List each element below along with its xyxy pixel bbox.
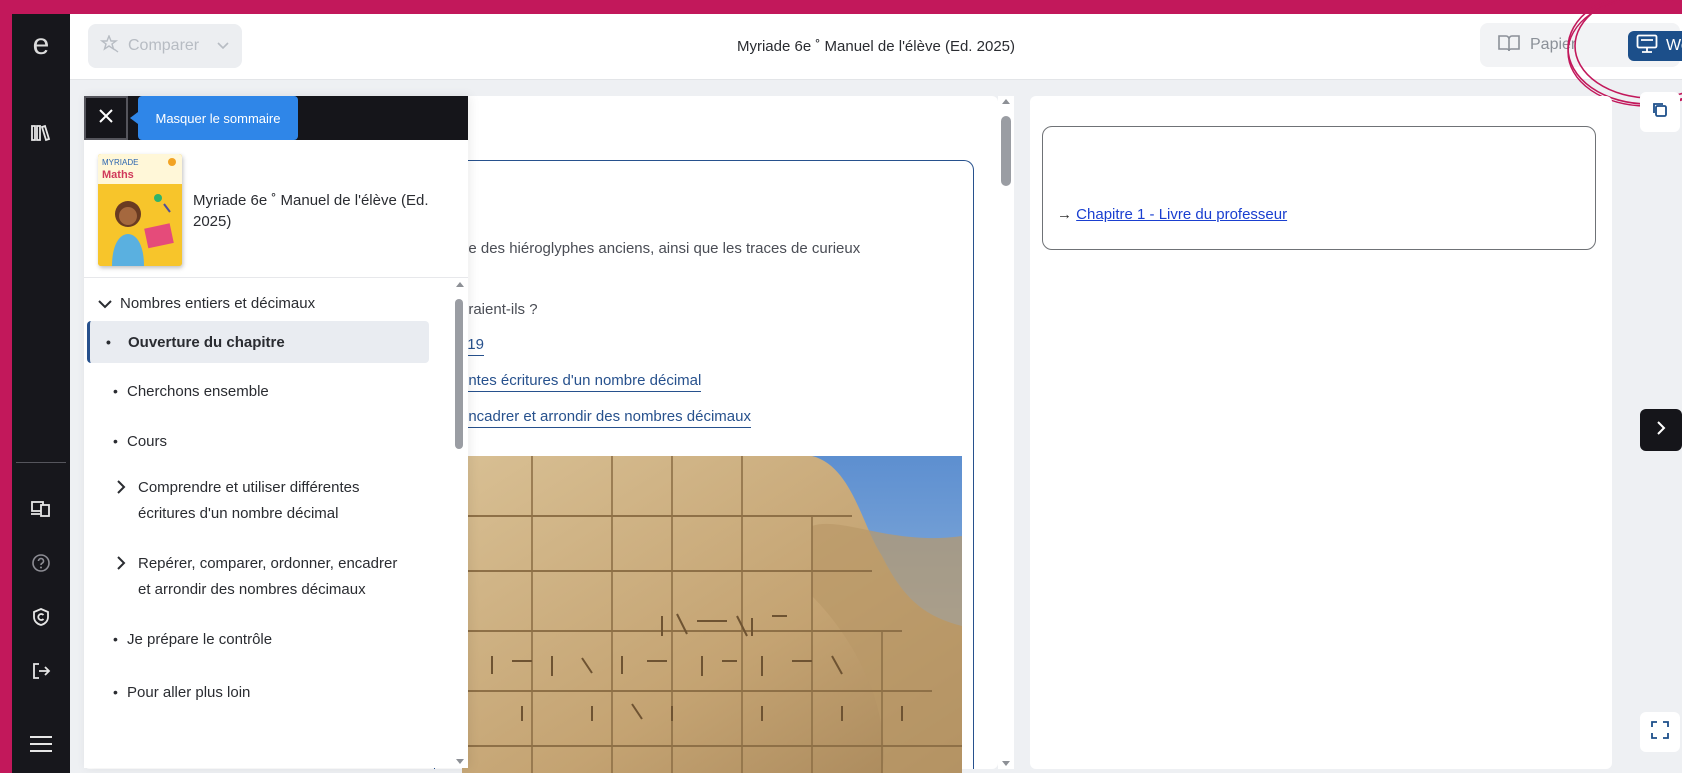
link-ecritures-decimales[interactable]: entes écritures d'un nombre décimal bbox=[460, 372, 702, 392]
chevron-down-icon bbox=[98, 295, 120, 314]
content-scrollbar[interactable] bbox=[998, 96, 1014, 769]
hide-toc-tooltip: Masquer le sommaire bbox=[130, 96, 298, 140]
teacher-book-entry: → Chapitre 1 - Livre du professeur bbox=[1057, 206, 1287, 223]
toc-item-label-block: Comprendre et utiliser différentes écrit… bbox=[138, 475, 360, 527]
book-info: MYRIADE Maths Myriade 6e ˚ Manuel de l'é… bbox=[84, 140, 468, 278]
toc-item-label-line2: écritures d'un nombre décimal bbox=[138, 505, 339, 522]
toc-item-label: Cherchons ensemble bbox=[127, 383, 269, 400]
next-page-button[interactable] bbox=[1640, 409, 1682, 451]
bullet-icon: • bbox=[113, 433, 118, 449]
fullscreen-button[interactable] bbox=[1640, 712, 1680, 752]
intro-paragraph: de des hiéroglyphes anciens, ainsi que l… bbox=[460, 240, 861, 257]
arrow-glyph: → bbox=[1057, 206, 1072, 223]
toc-item-label-line1: Repérer, comparer, ordonner, encadrer bbox=[138, 555, 398, 572]
teacher-resources-pane: → Chapitre 1 - Livre du professeur bbox=[1030, 96, 1612, 769]
menu-icon[interactable] bbox=[12, 724, 70, 764]
toc-item-ouverture[interactable]: • Ouverture du chapitre bbox=[87, 321, 429, 363]
toc-item-cours[interactable]: • Cours bbox=[105, 433, 447, 450]
table-of-contents-panel: Masquer le sommaire MYRIADE Maths Myriad… bbox=[84, 96, 468, 768]
hieroglyph-photo bbox=[462, 456, 962, 773]
toc-item-label: Je prépare le contrôle bbox=[127, 631, 273, 648]
toc-item-controle[interactable]: • Je prépare le contrôle bbox=[105, 631, 447, 648]
copy-button[interactable] bbox=[1640, 92, 1680, 132]
web-mode-button[interactable]: Web bbox=[1628, 31, 1682, 61]
toc-item-label: Cours bbox=[127, 433, 168, 450]
paper-mode-label: Papier bbox=[1530, 36, 1577, 53]
logout-icon[interactable] bbox=[12, 651, 70, 691]
link-encadrer-arrondir[interactable]: encadrer et arrondir des nombres décimau… bbox=[460, 408, 751, 428]
paper-mode-button[interactable]: Papier bbox=[1492, 30, 1584, 60]
rail-divider bbox=[16, 462, 66, 463]
close-toc-button[interactable] bbox=[84, 96, 128, 140]
right-toolbar bbox=[1612, 80, 1682, 773]
top-bar: Comparer Myriade 6e ˚ Manuel de l'élève … bbox=[70, 14, 1682, 80]
toc-item-label: Ouverture du chapitre bbox=[128, 333, 285, 351]
side-rail: e bbox=[12, 14, 70, 773]
bullet-icon: • bbox=[113, 383, 118, 399]
close-icon bbox=[99, 108, 113, 128]
privacy-shield-icon[interactable] bbox=[12, 597, 70, 637]
toc-item-label-block: Repérer, comparer, ordonner, encadrer et… bbox=[138, 551, 397, 603]
cover-brand-text: MYRIADE bbox=[102, 158, 138, 167]
chevron-right-icon bbox=[114, 475, 138, 503]
toc-item-plus-loin[interactable]: • Pour aller plus loin bbox=[105, 684, 447, 701]
help-icon[interactable] bbox=[12, 543, 70, 583]
teacher-book-link[interactable]: Chapitre 1 - Livre du professeur bbox=[1076, 206, 1287, 223]
cover-subject-text: Maths bbox=[102, 169, 134, 181]
toc-item-reperer[interactable]: Repérer, comparer, ordonner, encadrer et… bbox=[114, 551, 444, 603]
toc-scrollbar[interactable] bbox=[452, 279, 468, 768]
teacher-resource-box: → Chapitre 1 - Livre du professeur bbox=[1042, 126, 1596, 250]
document-title: Myriade 6e ˚ Manuel de l'élève (Ed. 2025… bbox=[736, 38, 1015, 55]
devices-icon[interactable] bbox=[12, 489, 70, 529]
toc-chapter-label: Nombres entiers et décimaux bbox=[120, 295, 316, 312]
view-mode-switch: Papier Web bbox=[1480, 23, 1682, 67]
toc-item-comprendre[interactable]: Comprendre et utiliser différentes écrit… bbox=[114, 475, 444, 527]
toc-chapter-toggle[interactable]: Nombres entiers et décimaux bbox=[98, 295, 440, 314]
monitor-icon bbox=[1636, 34, 1658, 59]
toc-item-label-line1: Comprendre et utiliser différentes bbox=[138, 479, 360, 496]
book-title: Myriade 6e ˚ Manuel de l'élève (Ed. 2025… bbox=[193, 192, 429, 230]
fullscreen-icon bbox=[1651, 720, 1669, 744]
copy-icon bbox=[1652, 102, 1668, 123]
library-icon[interactable] bbox=[12, 113, 70, 153]
bullet-icon: • bbox=[106, 334, 111, 350]
bullet-icon: • bbox=[113, 684, 118, 700]
toc-list: Nombres entiers et décimaux • Ouverture … bbox=[84, 279, 452, 768]
web-mode-label: Web bbox=[1666, 37, 1682, 54]
toc-item-label-line2: et arrondir des nombres décimaux bbox=[138, 581, 366, 598]
book-open-icon bbox=[1498, 34, 1520, 57]
intro-question: praient-ils ? bbox=[460, 301, 538, 318]
toc-item-label: Pour aller plus loin bbox=[127, 684, 251, 701]
book-cover[interactable]: MYRIADE Maths bbox=[98, 154, 182, 266]
toc-item-cherchons[interactable]: • Cherchons ensemble bbox=[105, 383, 447, 400]
app-logo[interactable]: e bbox=[12, 22, 70, 68]
bullet-icon: • bbox=[113, 631, 118, 647]
chevron-right-icon bbox=[1655, 420, 1667, 441]
chevron-right-icon bbox=[114, 551, 138, 579]
